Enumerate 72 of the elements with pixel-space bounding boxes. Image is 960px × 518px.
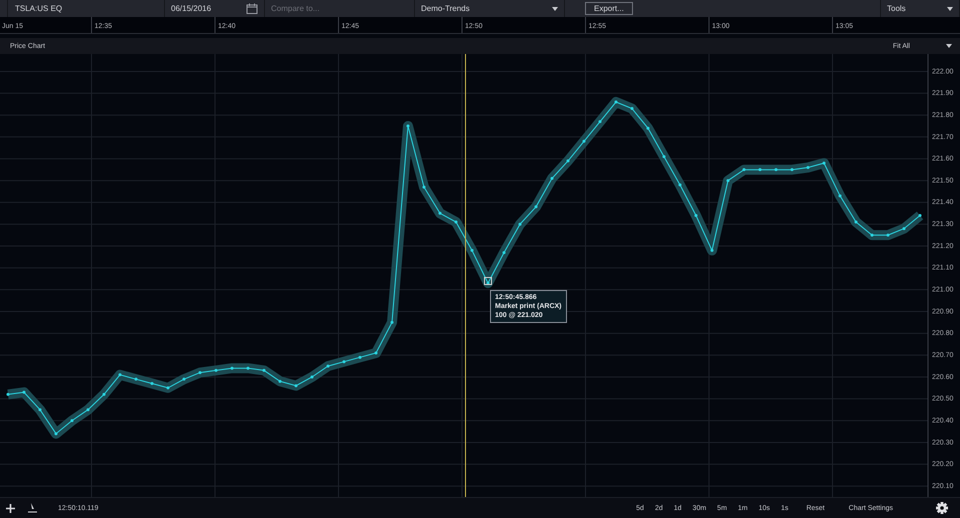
- data-point: [134, 378, 138, 381]
- layout-label: Demo-Trends: [421, 4, 470, 13]
- data-point: [598, 120, 602, 124]
- data-point: [838, 194, 842, 198]
- export-button[interactable]: Export...: [585, 2, 633, 15]
- data-point: [182, 378, 186, 381]
- data-point: [742, 168, 746, 172]
- data-point: [150, 382, 154, 386]
- data-point: [582, 140, 586, 143]
- data-point: [230, 366, 234, 370]
- data-point: [694, 214, 698, 217]
- cursor-marker: [484, 277, 492, 285]
- data-point: [118, 373, 122, 376]
- data-point: [374, 351, 378, 354]
- data-point: [646, 126, 650, 130]
- data-point: [246, 366, 250, 370]
- settings-icon[interactable]: [936, 502, 948, 514]
- data-point: [470, 248, 474, 252]
- data-point: [166, 386, 170, 390]
- data-point: [678, 183, 682, 186]
- data-point: [886, 234, 890, 237]
- data-point: [54, 432, 58, 436]
- tools-dropdown[interactable]: Tools: [880, 0, 960, 17]
- data-point: [406, 124, 410, 128]
- data-point: [454, 220, 458, 224]
- data-point: [630, 107, 634, 110]
- data-point: [326, 364, 330, 368]
- data-point: [198, 371, 202, 374]
- date-value: 06/15/2016: [171, 4, 212, 13]
- data-point: [342, 360, 346, 364]
- data-point: [6, 392, 10, 396]
- data-point: [758, 168, 762, 172]
- data-point: [662, 155, 666, 158]
- data-point: [710, 248, 714, 252]
- data-point: [518, 222, 522, 226]
- data-point: [822, 162, 826, 165]
- data-point: [438, 212, 442, 215]
- data-point: [550, 176, 554, 180]
- data-point: [262, 368, 266, 372]
- data-point: [390, 320, 394, 324]
- data-point: [854, 220, 858, 224]
- data-point: [566, 159, 570, 162]
- data-point: [358, 356, 362, 359]
- symbol-field[interactable]: TSLA:US EQ: [7, 0, 165, 17]
- data-point: [534, 205, 538, 208]
- data-point: [294, 384, 298, 388]
- data-point: [918, 214, 922, 217]
- data-point: [870, 234, 874, 237]
- data-point: [790, 168, 794, 172]
- data-point: [22, 390, 26, 394]
- data-point: [38, 408, 42, 412]
- caret-icon: [947, 6, 953, 10]
- data-point: [310, 375, 314, 378]
- data-point: [502, 251, 506, 254]
- data-point: [614, 100, 618, 104]
- add-icon[interactable]: [6, 504, 15, 512]
- data-point: [902, 227, 906, 230]
- caret-icon: [552, 6, 558, 10]
- data-point: [726, 179, 730, 182]
- tools-label: Tools: [887, 4, 906, 13]
- data-point: [214, 368, 218, 372]
- data-point: [86, 408, 90, 412]
- data-point: [486, 282, 490, 285]
- data-point: [278, 380, 282, 383]
- data-point: [422, 186, 426, 189]
- caret-icon: [946, 44, 952, 48]
- data-point: [102, 392, 106, 396]
- pen-icon[interactable]: [28, 503, 37, 513]
- data-point: [806, 166, 810, 169]
- data-point: [70, 419, 74, 422]
- calendar-icon[interactable]: [246, 3, 258, 14]
- data-point: [774, 168, 778, 172]
